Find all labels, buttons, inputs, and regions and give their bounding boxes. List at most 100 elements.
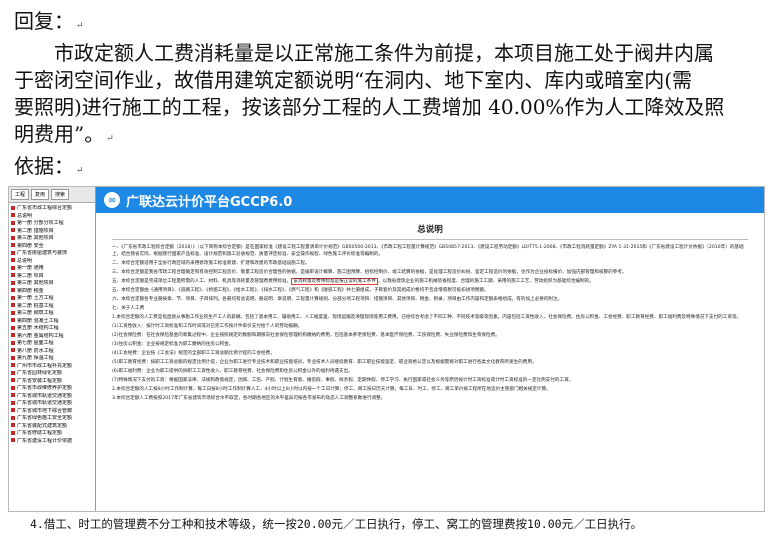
tree-item[interactable]: 第三册 砌筑工程 — [11, 310, 93, 318]
tree-item-label: 第三册 其他项目 — [17, 280, 54, 286]
tree-item[interactable]: 广东省城市轨道交通定额 — [11, 393, 93, 401]
return-mark: ↵ — [76, 21, 84, 31]
tree-item[interactable]: 广东省市政工程综合定额 — [11, 205, 93, 213]
reply-line: 回复： ↵ — [14, 8, 766, 40]
tree-item-label: 广东省房屋建筑与装饰 — [17, 250, 68, 256]
book-icon — [11, 235, 15, 240]
tree-item-label: 第七册 屋面工程 — [17, 340, 54, 346]
tree-item-label: 广州市市政工程补充定额 — [17, 362, 73, 369]
book-icon — [11, 280, 15, 285]
tree-item[interactable]: 广东省绿色施工安全定额 — [11, 415, 93, 423]
tree-item[interactable]: 总说明 — [11, 213, 93, 221]
tree-item-label: 第四册 混凝土工程 — [17, 317, 59, 324]
tree-item-label: 第九册 保温工程 — [17, 355, 54, 361]
book-icon — [11, 423, 15, 427]
tree-item-label: 第一册 土方工程 — [17, 295, 54, 301]
book-icon — [11, 250, 15, 255]
tree-tab[interactable]: 搜索 — [51, 189, 70, 200]
tree-item[interactable]: 广东省市政维修养护定额 — [11, 385, 93, 393]
tree-item[interactable]: 广州市市政工程补充定额 — [11, 363, 93, 371]
tree-item[interactable]: 广东省园林绿化定额 — [11, 370, 93, 378]
tree-item[interactable]: 总说明 — [11, 258, 93, 266]
basis-line: 依据： ↵ — [14, 153, 766, 185]
app-title: 广联达云计价平台GCCP6.0 — [126, 194, 293, 210]
book-icon — [11, 273, 15, 277]
reply-paragraph-line-1: 市政定额人工费消耗量是以正常施工条件为前提，本项目施工处于阀井内属 — [54, 41, 714, 65]
tree-item-label: 广东省绿色施工安全定额 — [17, 415, 73, 421]
tree-item[interactable]: 第六册 金属结构工程 — [11, 333, 93, 341]
content-title: 总说明 — [417, 225, 443, 235]
content-paragraph: 2.本综合定额的人工按8小时工作制计算，每工日按8小时工作制计算人工，4小时以上… — [112, 387, 551, 392]
tree-item[interactable]: 第二册 措施项目 — [11, 228, 93, 236]
reply-paragraph-line-3: 要照明)进行施工的工程，按该部分工程的人工费增加 40.00%作为人工降效及照 — [14, 95, 725, 119]
tree-item-label: 广东省修缮工程定额 — [17, 430, 63, 436]
content-paragraph: 3.本综合定额人工费按照2017年广东省建筑市场综合水平取定，各时期各地区的水平… — [112, 396, 386, 401]
reply-paragraph-line-4-wrap: 明费用”。 ↵ — [14, 121, 766, 153]
content-paragraph: 七、关于人工费 — [112, 306, 145, 311]
book-icon — [11, 288, 15, 292]
tree-item[interactable]: 广东省房屋建筑与装饰 — [11, 250, 93, 258]
book-icon — [11, 408, 15, 412]
book-icon — [11, 258, 15, 262]
tree-item[interactable]: 广东省建设工程计价依据 — [11, 438, 93, 446]
tree-item[interactable]: 第三册 其他项目 — [11, 280, 93, 288]
tree-item[interactable]: 第一册 土方工程 — [11, 295, 93, 303]
content-paragraph: (5)职工教育经费：按职工工资总额的规定比例计提，企业为职工进行专业技术和职业技… — [112, 360, 537, 365]
tree-tab[interactable]: 复用 — [31, 189, 50, 200]
book-icon — [11, 205, 15, 210]
tree-item[interactable]: 广东省修缮工程定额 — [11, 430, 93, 438]
book-icon — [11, 363, 15, 367]
book-icon — [11, 220, 15, 225]
tree-tab[interactable]: 工程 — [11, 189, 30, 200]
tree-item[interactable]: 第八册 防水工程 — [11, 348, 93, 356]
content-paragraph: 1.本综合定额的人工费是指直接从事施工作业的生产工人的薪酬，包括了基本用工、辅助… — [112, 315, 742, 320]
content-paragraph: (1)工资性收入：按计时工资标准和工作时间或对已完工作按计件单价支付给个人的劳动… — [112, 324, 303, 329]
tree-item[interactable]: 第一册 通用 — [11, 265, 93, 273]
tree-item-label: 总说明 — [17, 257, 33, 264]
tree-item-label: 广东省安装工程定额 — [17, 377, 63, 384]
tree-item[interactable]: 广东省安装工程定额 — [11, 378, 93, 386]
book-icon — [11, 303, 15, 307]
divider — [112, 239, 748, 240]
highlighted-text: 该消耗量及费用标准是按正常的施工条件 — [291, 278, 378, 285]
book-icon — [11, 385, 15, 390]
quota-tree-panel: 工程 复用 搜索 广东省市政工程综合定额 总说明 第一册 分部分项工程 第二册 措施项… — [9, 187, 96, 511]
tree-item[interactable]: 第三册 其他项目 — [11, 235, 93, 243]
book-icon — [11, 213, 15, 217]
book-icon — [11, 265, 15, 270]
book-icon — [11, 438, 15, 442]
book-icon — [11, 378, 15, 382]
viewer-content: 总说明 一、《广东省市政工程综合定额（2018）》（以下简称本综合定额）是在国家… — [96, 213, 764, 402]
app-logo-icon: ∞ — [104, 192, 120, 208]
tree-item[interactable]: 广东省装配式建筑定额 — [11, 423, 93, 431]
content-paragraph: (2)社会保险费：在社会保险基金的筹集过程中，企业按照规定的数额和期限向社会保险… — [112, 333, 500, 338]
content-paragraph: (3)住房公积金：企业按规定标准为职工缴纳的住房公积金。 — [112, 342, 234, 347]
book-icon — [11, 355, 15, 360]
tree-item-label: 第三册 砌筑工程 — [17, 310, 54, 316]
tree-item-label: 第二册 项目 — [17, 272, 44, 279]
tree-item[interactable]: 第四册 税金 — [11, 288, 93, 296]
tree-item[interactable]: 第五册 木结构工程 — [11, 325, 93, 333]
tree-item-label: 总说明 — [17, 212, 33, 219]
highlight-suffix: ，以我省建筑企业的施工机械装备程度、合理的施工工期、采用的施工工艺、劳动组织为基… — [377, 279, 594, 284]
tree-item[interactable]: 广东省城市轨道交通定额 — [11, 400, 93, 408]
book-icon — [11, 295, 15, 300]
content-paragraph: 五、本综合定额由《通用项目》、《道路工程》、《桥涵工程》、《给水工程》、《排水工… — [112, 288, 489, 293]
tree-item[interactable]: 第一册 分部分项工程 — [11, 220, 93, 228]
tree-item[interactable]: 第四册 安全 — [11, 243, 93, 251]
book-icon — [11, 318, 15, 322]
content-paragraph: (4)工会经费：企业按《工会法》规定的全部职工工资总额比例计提的工会经费。 — [112, 351, 275, 356]
tree-item[interactable]: 第二册 项目 — [11, 273, 93, 281]
tree-item[interactable]: 第四册 混凝土工程 — [11, 318, 93, 326]
tree-item[interactable]: 广东省城市地下综合管廊 — [11, 408, 93, 416]
tree-item-label: 第三册 其他项目 — [17, 235, 54, 241]
book-icon — [11, 348, 15, 352]
tree-item-label: 第四册 税金 — [17, 287, 44, 294]
content-paragraph: (7)特殊情况下支付的工资：根据国家法律、法规和政策规定，因病、工伤、产假、计划… — [112, 378, 574, 383]
reply-paragraph-line-4: 明费用”。 — [14, 122, 105, 146]
tree-item[interactable]: 第二册 桩基工程 — [11, 303, 93, 311]
tree-item[interactable]: 第九册 保温工程 — [11, 355, 93, 363]
tree-item[interactable]: 第七册 屋面工程 — [11, 340, 93, 348]
tree-item-label: 广东省市政工程综合定额 — [17, 205, 73, 211]
tree-item-label: 广东省城市轨道交通定额 — [17, 392, 73, 399]
